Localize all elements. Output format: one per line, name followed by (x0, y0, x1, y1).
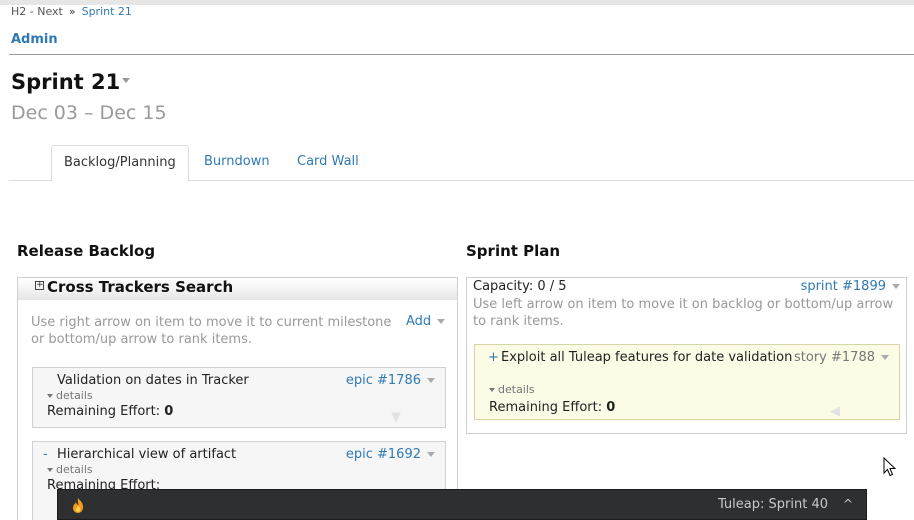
breadcrumb-sprint[interactable]: Sprint 21 (82, 5, 132, 18)
remaining-effort-label: Remaining Effort: (47, 404, 161, 419)
page-title: Sprint 21 (11, 70, 121, 94)
sprint-ref-label: sprint #1899 (800, 279, 886, 294)
taskbar-window-button[interactable]: Tuleap: Sprint 40 ^ (57, 489, 867, 520)
breadcrumb-separator: » (68, 5, 76, 18)
story-card[interactable]: + Exploit all Tuleap features for date v… (474, 344, 900, 420)
backlog-item-ref[interactable]: epic #1692 (346, 447, 435, 462)
sprint-dates: Dec 03 – Dec 15 (11, 102, 167, 124)
expand-toggle[interactable]: + (488, 350, 499, 365)
breadcrumb-project[interactable]: H2 - Next (11, 5, 63, 18)
arrow-left-icon: ◀ (830, 404, 840, 419)
divider (9, 54, 914, 55)
caret-down-icon (489, 388, 495, 392)
remaining-effort-value: 0 (606, 400, 616, 415)
sprint-plan-help: Use left arrow on item to move it on bac… (473, 297, 894, 329)
chevron-down-icon (427, 378, 435, 383)
story-title: Exploit all Tuleap features for date val… (501, 350, 793, 365)
remaining-effort: Remaining Effort: 0 (47, 404, 173, 419)
details-label: details (498, 383, 535, 396)
details-toggle[interactable]: details (47, 389, 93, 402)
cross-trackers-title: Cross Trackers Search (47, 278, 234, 296)
chevron-down-icon (881, 355, 889, 360)
firefox-icon (73, 498, 83, 513)
backlog-item-ref-label: epic #1692 (345, 447, 421, 462)
sprint-ref[interactable]: sprint #1899 (801, 279, 900, 294)
details-toggle[interactable]: details (47, 463, 93, 476)
window-title: Tuleap: Sprint 40 (717, 497, 828, 512)
chevron-down-icon (427, 452, 435, 457)
release-backlog-help: Use right arrow on item to move it to cu… (31, 315, 392, 347)
release-backlog-title: Release Backlog (17, 242, 156, 260)
add-label: Add (406, 314, 432, 329)
caret-down-icon (47, 394, 53, 398)
add-button[interactable]: Add (406, 314, 446, 329)
backlog-item-title: Validation on dates in Tracker (57, 373, 249, 388)
backlog-item-ref[interactable]: epic #1786 (346, 373, 435, 388)
tab-card-wall[interactable]: Card Wall (285, 145, 371, 181)
plus-square-icon[interactable]: + (35, 281, 44, 290)
sprint-plan-panel: Capacity: 0 / 5 sprint #1899 Use left ar… (466, 277, 907, 434)
release-backlog-panel: + Cross Trackers Search Use right arrow … (17, 277, 458, 520)
remaining-effort-label: Remaining Effort: (489, 400, 603, 415)
caret-down-icon[interactable] (122, 78, 130, 83)
details-label: details (56, 463, 93, 476)
collapse-toggle[interactable]: - (43, 447, 48, 462)
remaining-effort-value: 0 (164, 404, 174, 419)
backlog-item-ref-label: epic #1786 (345, 373, 421, 388)
page: H2 - Next » Sprint 21 Admin Sprint 21 Dec … (0, 0, 914, 520)
remaining-effort: Remaining Effort: 0 (489, 400, 615, 415)
cross-trackers-header[interactable]: + Cross Trackers Search (18, 278, 457, 300)
details-toggle[interactable]: details (489, 383, 535, 396)
story-ref[interactable]: story #1788 (794, 350, 889, 365)
chevron-down-icon (892, 284, 900, 289)
breadcrumb: H2 - Next » Sprint 21 (11, 5, 132, 18)
mouse-cursor-icon (883, 457, 897, 477)
top-border (0, 0, 914, 5)
backlog-item-title: Hierarchical view of artifact (57, 447, 237, 462)
details-label: details (56, 389, 93, 402)
caret-down-icon (47, 468, 53, 472)
arrow-down-icon: ▼ (391, 410, 401, 425)
story-ref-label: story #1788 (794, 350, 875, 365)
tab-burndown[interactable]: Burndown (192, 145, 282, 181)
sprint-plan-title: Sprint Plan (466, 242, 561, 260)
chevron-down-icon (437, 319, 446, 324)
tab-bar: Backlog/Planning Burndown Card Wall (9, 145, 914, 182)
capacity: Capacity: 0 / 5 (473, 279, 567, 294)
chevron-up-icon[interactable]: ^ (843, 497, 853, 511)
backlog-item-card[interactable]: Validation on dates in Tracker epic #178… (32, 367, 446, 428)
tab-backlog-planning[interactable]: Backlog/Planning (51, 145, 189, 182)
admin-link[interactable]: Admin (11, 32, 58, 47)
